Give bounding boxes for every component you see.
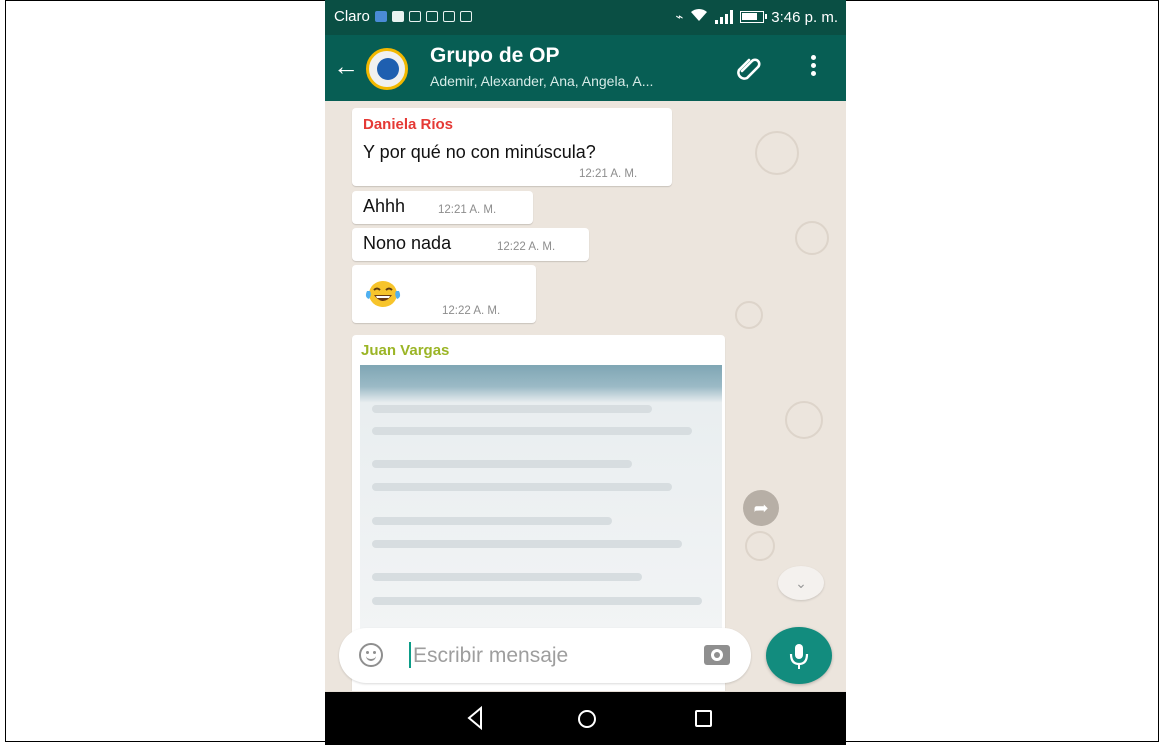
message-input[interactable] [413,641,683,671]
message-bubble[interactable]: Nono nada 12:22 A. M. [352,228,589,261]
wallpaper-doodle [745,531,775,561]
blurred-row [372,540,682,548]
text-cursor [409,642,411,668]
wallpaper-doodle [785,401,823,439]
message-notification-icon [391,11,404,22]
recents-square-icon[interactable] [695,710,712,727]
blurred-row [372,573,642,581]
paperclip-icon[interactable] [737,56,763,85]
message-text: Ahhh [363,196,406,216]
message-sender: Daniela Ríos [363,116,454,133]
status-left: Claro [334,8,472,25]
message-sender: Juan Vargas [361,342,450,359]
microphone-icon [789,644,809,669]
microphone-button[interactable] [766,627,832,684]
message-time: 12:22 A. M. [497,241,556,253]
message-time: 12:22 A. M. [442,305,501,317]
message-time: 12:21 A. M. [438,204,497,216]
store-notification-icon [459,11,472,22]
group-avatar-logo [377,58,399,80]
arrow-left-icon[interactable]: ← [333,51,359,81]
message-text: Y por qué no con minúscula? [363,142,596,162]
notification-icon [374,11,387,22]
group-title[interactable]: Grupo de OP [430,44,560,68]
face-with-tears-of-joy-icon [365,281,401,307]
blurred-row [372,405,652,413]
app-notification-icon [425,11,438,22]
wifi-icon [690,8,708,26]
blurred-row [372,460,632,468]
blurred-row [372,517,612,525]
wallpaper-doodle [795,221,829,255]
blurred-row [372,597,702,605]
signal-icon [715,10,734,24]
gallery-notification-icon [408,11,421,22]
back-triangle-icon[interactable] [466,705,484,731]
message-bubble[interactable]: Ahhh 12:21 A. M. [352,191,533,224]
scroll-down-button[interactable]: ⌄ [778,566,824,600]
status-bar: Claro ⌁ 3:46 p. m. [325,0,846,35]
message-composer [339,628,751,683]
forward-button[interactable]: ➦ [743,490,779,526]
message-bubble[interactable]: 12:22 A. M. [352,265,536,323]
message-bubble[interactable]: Daniela Ríos Y por qué no con minúscula?… [352,108,672,186]
group-participants[interactable]: Ademir, Alexander, Ana, Angela, A... [430,73,653,89]
system-nav-bar [325,692,846,745]
wallpaper-doodle [735,301,763,329]
camera-icon[interactable] [704,645,730,665]
carrier-label: Claro [334,8,370,25]
chat-header: ← Grupo de OP Ademir, Alexander, Ana, An… [325,35,846,101]
battery-icon [740,11,768,23]
group-avatar[interactable] [366,48,408,90]
blurred-image[interactable] [360,365,722,635]
status-right: ⌁ 3:46 p. m. [675,8,838,26]
wallpaper-doodle [755,131,799,175]
blurred-row [372,483,672,491]
home-circle-icon[interactable] [578,710,596,728]
message-text: Nono nada [363,233,452,253]
message-time: 12:21 A. M. [579,168,638,180]
vibrate-icon: ⌁ [675,9,684,24]
more-vert-icon[interactable] [809,55,817,79]
phone-screen: Claro ⌁ 3:46 p. m. ← Grupo de OP Ademir,… [325,0,846,745]
clock: 3:46 p. m. [771,8,838,26]
smiley-icon[interactable] [359,643,383,667]
download-notification-icon [442,11,455,22]
chat-area[interactable]: Daniela Ríos Y por qué no con minúscula?… [325,101,846,691]
blurred-row [372,427,692,435]
